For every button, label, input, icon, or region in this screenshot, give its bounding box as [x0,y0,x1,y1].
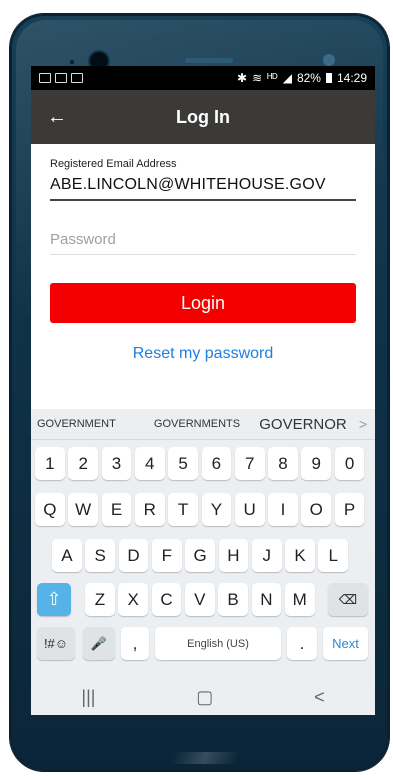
suggestion-1[interactable]: GOVERNMENT [35,418,143,430]
key-0[interactable]: 0 [334,447,365,480]
recents-icon[interactable]: ||| [81,687,95,708]
signal-icon: ◢ [282,71,292,85]
mic-key-icon[interactable]: 🎤 [83,627,115,660]
login-form: Registered Email Address ABE.LINCOLN@WHI… [31,144,375,363]
mail-icon [55,73,67,83]
key-g[interactable]: G [185,539,215,572]
battery-percent: 82% [296,71,321,85]
shift-key-icon[interactable]: ⇧ [37,583,71,616]
onscreen-keyboard: GOVERNMENT GOVERNMENTS GOVERNOR > 123456… [31,409,375,715]
key-z[interactable]: Z [85,583,115,616]
key-7[interactable]: 7 [234,447,265,480]
key-9[interactable]: 9 [301,447,332,480]
status-right: ✱ ≋ ᴴᴰ ◢ 82% 14:29 [237,71,367,85]
home-icon[interactable]: ▢ [196,687,213,708]
suggestion-2[interactable]: GOVERNMENTS [143,418,251,430]
key-e[interactable]: E [101,493,132,526]
key-1[interactable]: 1 [35,447,65,480]
comma-key[interactable]: , [121,627,149,660]
image-icon [71,73,83,83]
key-o[interactable]: O [301,493,332,526]
message-icon [39,73,51,83]
key-h[interactable]: H [218,539,249,572]
phone-screen: ✱ ≋ ᴴᴰ ◢ 82% 14:29 ← Log In Registered E… [31,66,375,715]
suggestion-3[interactable]: GOVERNOR [251,416,355,433]
bluetooth-icon: ✱ [237,71,248,85]
email-label: Registered Email Address [50,158,177,170]
key-m[interactable]: M [284,583,315,616]
earpiece-speaker [185,58,233,63]
key-5[interactable]: 5 [168,447,198,480]
reset-password-link[interactable]: Reset my password [50,345,356,363]
key-p[interactable]: P [334,493,365,526]
key-x[interactable]: X [118,583,149,616]
suggestions-expand-icon[interactable]: > [355,416,371,432]
key-8[interactable]: 8 [268,447,298,480]
key-4[interactable]: 4 [134,447,165,480]
wifi-icon: ≋ [252,71,263,85]
back-arrow-icon[interactable]: ← [31,106,83,129]
key-3[interactable]: 3 [101,447,132,480]
key-k[interactable]: K [285,539,315,572]
clock: 14:29 [336,71,367,85]
login-button[interactable]: Login [50,283,356,323]
key-r[interactable]: R [134,493,165,526]
symbols-key[interactable]: !#☺ [37,627,75,660]
key-n[interactable]: N [251,583,282,616]
phone-reflection [169,752,241,764]
key-c[interactable]: C [151,583,182,616]
key-a[interactable]: A [52,539,82,572]
key-d[interactable]: D [118,539,149,572]
key-b[interactable]: B [218,583,248,616]
email-field[interactable]: ABE.LINCOLN@WHITEHOUSE.GOV [50,176,356,201]
backspace-key-icon[interactable]: ⌫ [328,583,368,616]
app-bar: ← Log In [31,90,375,144]
system-nav-bar: ||| ▢ < [31,679,375,715]
next-key[interactable]: Next [323,627,368,660]
proximity-sensor [70,60,74,64]
key-w[interactable]: W [68,493,99,526]
status-bar: ✱ ≋ ᴴᴰ ◢ 82% 14:29 [31,66,375,90]
space-key[interactable]: English (US) [155,627,281,660]
key-j[interactable]: J [251,539,282,572]
key-y[interactable]: Y [201,493,232,526]
key-f[interactable]: F [151,539,182,572]
key-t[interactable]: T [168,493,198,526]
notification-icons [39,73,83,83]
period-key[interactable]: . [287,627,317,660]
battery-icon [325,73,332,83]
light-sensor [323,54,335,66]
key-l[interactable]: L [318,539,349,572]
key-i[interactable]: I [268,493,298,526]
key-6[interactable]: 6 [201,447,232,480]
key-v[interactable]: V [184,583,215,616]
key-2[interactable]: 2 [68,447,99,480]
nav-back-icon[interactable]: < [314,687,325,708]
hd-icon: ᴴᴰ [267,71,278,85]
key-s[interactable]: S [85,539,116,572]
suggestion-bar: GOVERNMENT GOVERNMENTS GOVERNOR > [31,409,375,440]
key-u[interactable]: U [234,493,265,526]
password-field[interactable]: Password [50,231,356,255]
key-q[interactable]: Q [35,493,65,526]
